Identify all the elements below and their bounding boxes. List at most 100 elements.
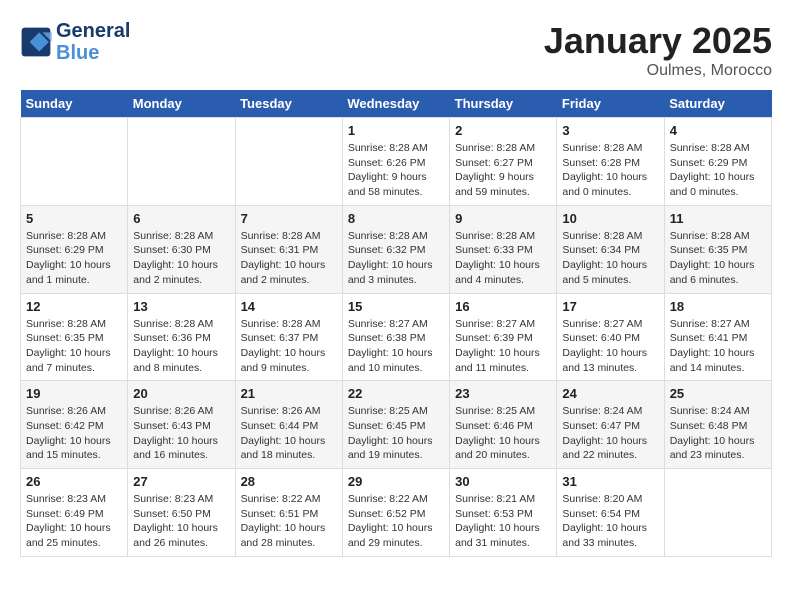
weekday-header-thursday: Thursday xyxy=(450,90,557,118)
day-number: 16 xyxy=(455,299,551,314)
calendar-cell: 9Sunrise: 8:28 AM Sunset: 6:33 PM Daylig… xyxy=(450,205,557,293)
day-number: 3 xyxy=(562,123,658,138)
calendar-week-2: 5 Sunrise: 8:28 AM Sunset: 6:29 PM Daylig… xyxy=(21,205,772,293)
day-info: Sunrise: 8:23 AM Sunset: 6:49 PM Dayligh… xyxy=(26,492,122,551)
day-number: 28 xyxy=(241,474,337,489)
day-info: Sunrise: 8:26 AM Sunset: 6:42 PM Dayligh… xyxy=(26,404,122,463)
calendar-cell xyxy=(128,118,235,206)
day-number: 5 xyxy=(26,211,122,226)
weekday-header-sunday: Sunday xyxy=(21,90,128,118)
day-info: Sunrise: 8:27 AM Sunset: 6:38 PM Dayligh… xyxy=(348,317,444,376)
day-number: 22 xyxy=(348,386,444,401)
day-info: Sunrise: 8:28 AM Sunset: 6:35 PM Dayligh… xyxy=(26,317,122,376)
logo: General Blue xyxy=(20,20,130,64)
calendar-cell: 3 Sunrise: 8:28 AM Sunset: 6:28 PM Daylig… xyxy=(557,118,664,206)
day-number: 18 xyxy=(670,299,766,314)
calendar-cell: 2 Sunrise: 8:28 AM Sunset: 6:27 PM Daylig… xyxy=(450,118,557,206)
calendar-cell xyxy=(21,118,128,206)
calendar-week-1: 1Sunrise: 8:28 AM Sunset: 6:26 PM Daylig… xyxy=(21,118,772,206)
weekday-header-wednesday: Wednesday xyxy=(342,90,449,118)
day-number: 19 xyxy=(26,386,122,401)
calendar-week-3: 12 Sunrise: 8:28 AM Sunset: 6:35 PM Dayli… xyxy=(21,293,772,381)
day-number: 9 xyxy=(455,211,551,226)
calendar-cell: 24Sunrise: 8:24 AM Sunset: 6:47 PM Dayli… xyxy=(557,381,664,469)
day-number: 31 xyxy=(562,474,658,489)
day-info: Sunrise: 8:28 AM Sunset: 6:34 PM Dayligh… xyxy=(562,229,658,288)
calendar-cell: 16 Sunrise: 8:27 AM Sunset: 6:39 PM Dayli… xyxy=(450,293,557,381)
day-info: Sunrise: 8:27 AM Sunset: 6:39 PM Dayligh… xyxy=(455,317,551,376)
calendar-cell: 5 Sunrise: 8:28 AM Sunset: 6:29 PM Daylig… xyxy=(21,205,128,293)
day-number: 21 xyxy=(241,386,337,401)
day-number: 30 xyxy=(455,474,551,489)
day-number: 15 xyxy=(348,299,444,314)
weekday-header-friday: Friday xyxy=(557,90,664,118)
day-number: 11 xyxy=(670,211,766,226)
day-info: Sunrise: 8:28 AM Sunset: 6:29 PM Dayligh… xyxy=(670,141,766,200)
calendar-cell: 27 Sunrise: 8:23 AM Sunset: 6:50 PM Dayli… xyxy=(128,469,235,557)
calendar-cell: 8 Sunrise: 8:28 AM Sunset: 6:32 PM Daylig… xyxy=(342,205,449,293)
day-info: Sunrise: 8:28 AM Sunset: 6:30 PM Dayligh… xyxy=(133,229,229,288)
calendar-cell: 12 Sunrise: 8:28 AM Sunset: 6:35 PM Dayli… xyxy=(21,293,128,381)
calendar-cell xyxy=(235,118,342,206)
logo-text: General Blue xyxy=(56,20,130,64)
day-number: 8 xyxy=(348,211,444,226)
day-number: 24 xyxy=(562,386,658,401)
day-info: Sunrise: 8:23 AM Sunset: 6:50 PM Dayligh… xyxy=(133,492,229,551)
weekday-header-monday: Monday xyxy=(128,90,235,118)
day-info: Sunrise: 8:22 AM Sunset: 6:52 PM Dayligh… xyxy=(348,492,444,551)
day-info: Sunrise: 8:28 AM Sunset: 6:32 PM Dayligh… xyxy=(348,229,444,288)
day-info: Sunrise: 8:20 AM Sunset: 6:54 PM Dayligh… xyxy=(562,492,658,551)
calendar-cell: 30Sunrise: 8:21 AM Sunset: 6:53 PM Dayli… xyxy=(450,469,557,557)
day-info: Sunrise: 8:24 AM Sunset: 6:48 PM Dayligh… xyxy=(670,404,766,463)
calendar-cell: 26Sunrise: 8:23 AM Sunset: 6:49 PM Dayli… xyxy=(21,469,128,557)
day-number: 20 xyxy=(133,386,229,401)
day-info: Sunrise: 8:28 AM Sunset: 6:29 PM Dayligh… xyxy=(26,229,122,288)
day-number: 17 xyxy=(562,299,658,314)
day-info: Sunrise: 8:28 AM Sunset: 6:35 PM Dayligh… xyxy=(670,229,766,288)
day-number: 27 xyxy=(133,474,229,489)
month-title: January 2025 xyxy=(544,20,772,62)
day-info: Sunrise: 8:25 AM Sunset: 6:46 PM Dayligh… xyxy=(455,404,551,463)
calendar-cell: 20Sunrise: 8:26 AM Sunset: 6:43 PM Dayli… xyxy=(128,381,235,469)
day-number: 10 xyxy=(562,211,658,226)
calendar-table: SundayMondayTuesdayWednesdayThursdayFrid… xyxy=(20,90,772,557)
calendar-cell: 28Sunrise: 8:22 AM Sunset: 6:51 PM Dayli… xyxy=(235,469,342,557)
day-number: 14 xyxy=(241,299,337,314)
weekday-header-saturday: Saturday xyxy=(664,90,771,118)
day-info: Sunrise: 8:25 AM Sunset: 6:45 PM Dayligh… xyxy=(348,404,444,463)
calendar-body: 1Sunrise: 8:28 AM Sunset: 6:26 PM Daylig… xyxy=(21,118,772,557)
day-info: Sunrise: 8:26 AM Sunset: 6:44 PM Dayligh… xyxy=(241,404,337,463)
calendar-cell: 23 Sunrise: 8:25 AM Sunset: 6:46 PM Dayli… xyxy=(450,381,557,469)
calendar-cell: 4 Sunrise: 8:28 AM Sunset: 6:29 PM Daylig… xyxy=(664,118,771,206)
day-number: 4 xyxy=(670,123,766,138)
calendar-cell: 22 Sunrise: 8:25 AM Sunset: 6:45 PM Dayli… xyxy=(342,381,449,469)
calendar-cell xyxy=(664,469,771,557)
day-number: 2 xyxy=(455,123,551,138)
calendar-cell: 31 Sunrise: 8:20 AM Sunset: 6:54 PM Dayli… xyxy=(557,469,664,557)
calendar-cell: 13Sunrise: 8:28 AM Sunset: 6:36 PM Dayli… xyxy=(128,293,235,381)
calendar-cell: 15 Sunrise: 8:27 AM Sunset: 6:38 PM Dayli… xyxy=(342,293,449,381)
weekday-header-tuesday: Tuesday xyxy=(235,90,342,118)
day-number: 12 xyxy=(26,299,122,314)
calendar-week-5: 26Sunrise: 8:23 AM Sunset: 6:49 PM Dayli… xyxy=(21,469,772,557)
day-info: Sunrise: 8:27 AM Sunset: 6:41 PM Dayligh… xyxy=(670,317,766,376)
calendar-cell: 11 Sunrise: 8:28 AM Sunset: 6:35 PM Dayli… xyxy=(664,205,771,293)
day-number: 6 xyxy=(133,211,229,226)
day-number: 29 xyxy=(348,474,444,489)
day-info: Sunrise: 8:28 AM Sunset: 6:28 PM Dayligh… xyxy=(562,141,658,200)
day-info: Sunrise: 8:28 AM Sunset: 6:26 PM Dayligh… xyxy=(348,141,444,200)
title-block: January 2025 Oulmes, Morocco xyxy=(544,20,772,80)
calendar-cell: 10 Sunrise: 8:28 AM Sunset: 6:34 PM Dayli… xyxy=(557,205,664,293)
calendar-cell: 21 Sunrise: 8:26 AM Sunset: 6:44 PM Dayli… xyxy=(235,381,342,469)
day-info: Sunrise: 8:28 AM Sunset: 6:37 PM Dayligh… xyxy=(241,317,337,376)
day-info: Sunrise: 8:28 AM Sunset: 6:27 PM Dayligh… xyxy=(455,141,551,200)
logo-icon xyxy=(20,26,52,58)
weekday-header-row: SundayMondayTuesdayWednesdayThursdayFrid… xyxy=(21,90,772,118)
day-info: Sunrise: 8:28 AM Sunset: 6:36 PM Dayligh… xyxy=(133,317,229,376)
calendar-cell: 19 Sunrise: 8:26 AM Sunset: 6:42 PM Dayli… xyxy=(21,381,128,469)
calendar-cell: 6 Sunrise: 8:28 AM Sunset: 6:30 PM Daylig… xyxy=(128,205,235,293)
day-number: 23 xyxy=(455,386,551,401)
calendar-week-4: 19 Sunrise: 8:26 AM Sunset: 6:42 PM Dayli… xyxy=(21,381,772,469)
page-header: General Blue January 2025 Oulmes, Morocc… xyxy=(20,20,772,80)
calendar-cell: 17Sunrise: 8:27 AM Sunset: 6:40 PM Dayli… xyxy=(557,293,664,381)
